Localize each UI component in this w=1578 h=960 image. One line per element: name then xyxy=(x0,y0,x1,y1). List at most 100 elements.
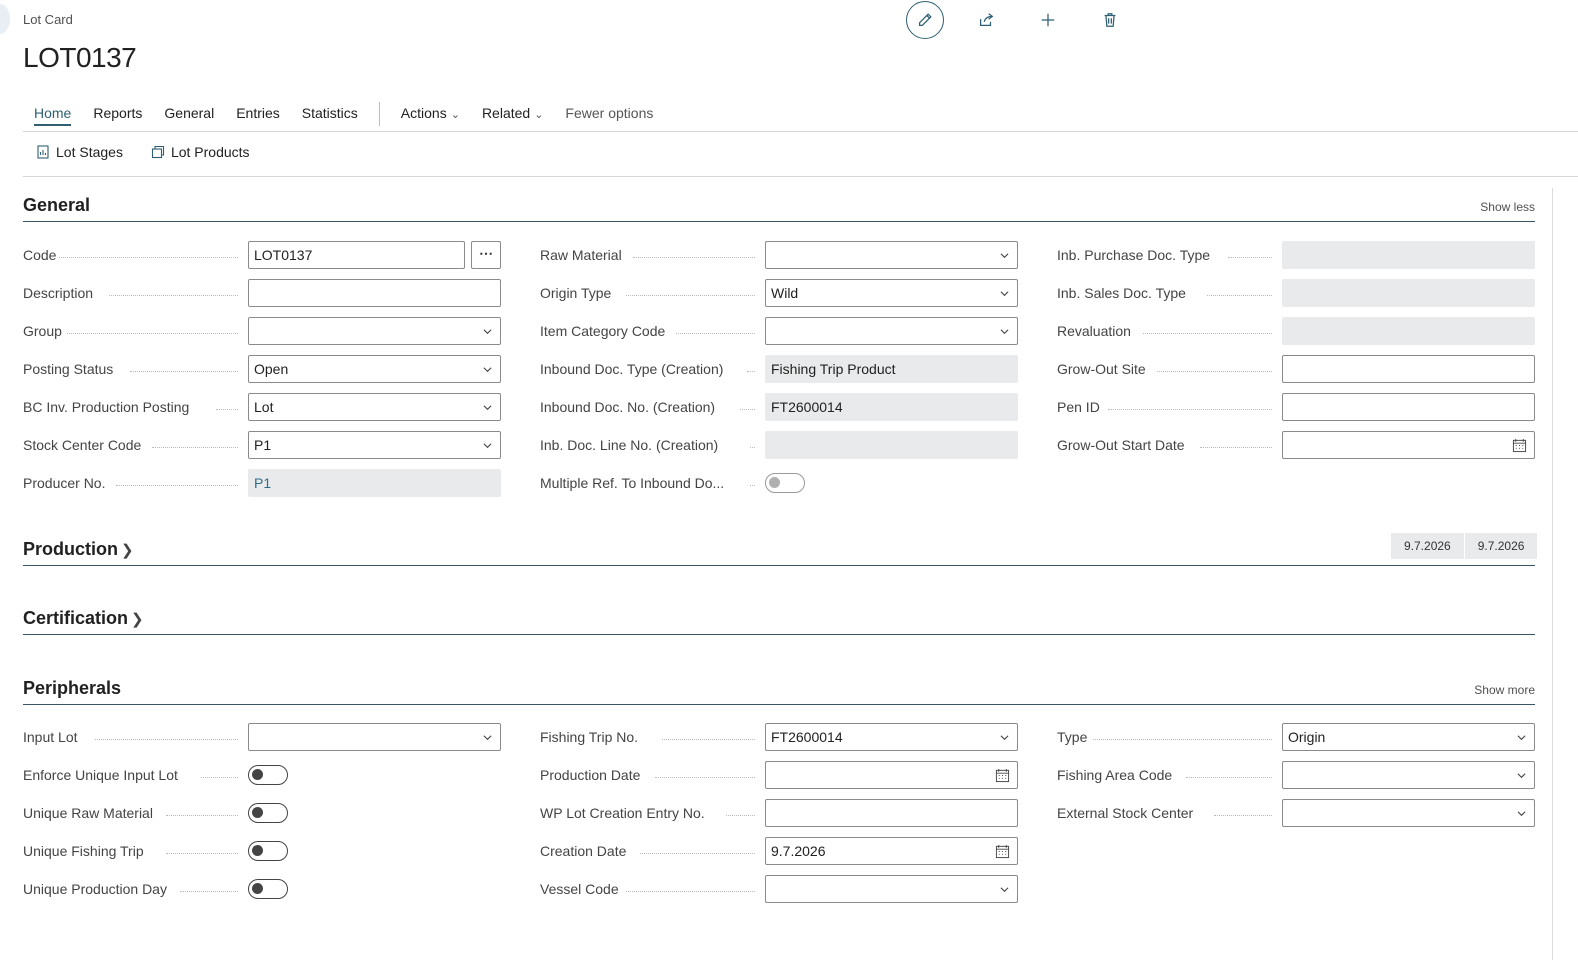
dropdown-field[interactable]: Lot xyxy=(248,393,501,421)
readonly-field xyxy=(1282,241,1535,269)
leader-dots xyxy=(739,408,755,410)
leader-dots xyxy=(151,446,238,448)
leader-dots xyxy=(633,256,755,258)
breadcrumb: Lot Card xyxy=(23,12,73,27)
chevron-down-icon xyxy=(1517,811,1526,817)
toggle-switch[interactable] xyxy=(248,803,288,823)
dropdown-field[interactable] xyxy=(765,241,1018,269)
tab-reports[interactable]: Reports xyxy=(82,100,153,128)
dropdown-field[interactable] xyxy=(248,723,501,751)
date-field[interactable] xyxy=(1282,431,1535,459)
leader-dots xyxy=(109,294,238,296)
lookup-ellipsis-button[interactable]: ⋯ xyxy=(471,241,501,269)
chevron-down-icon xyxy=(1000,291,1009,297)
dropdown-field[interactable] xyxy=(765,317,1018,345)
readonly-field[interactable]: P1 xyxy=(248,469,501,497)
delete-icon xyxy=(1104,13,1116,27)
chevron-down-icon xyxy=(1000,253,1009,259)
lot-stages-button[interactable]: Lot Stages xyxy=(36,144,123,160)
text-field[interactable] xyxy=(1282,393,1535,421)
fewer-options-button[interactable]: Fewer options xyxy=(554,100,664,128)
delete-button[interactable] xyxy=(1090,0,1130,40)
toggle-knob xyxy=(769,477,780,488)
dropdown-field[interactable]: Origin xyxy=(1282,723,1535,751)
section-title-production[interactable]: Production ❯ xyxy=(23,539,134,560)
tab-home[interactable]: Home xyxy=(23,100,82,128)
section-peripherals-header[interactable]: Peripherals Show more xyxy=(23,673,1535,705)
toggle-switch[interactable] xyxy=(248,879,288,899)
text-field[interactable] xyxy=(1282,355,1535,383)
toggle-knob xyxy=(252,807,263,818)
field-creation-date: Creation Date 9.7.2026 xyxy=(540,837,1018,865)
field-inb-sales-doc-type: Inb. Sales Doc. Type xyxy=(1057,279,1535,307)
show-less-link[interactable]: Show less xyxy=(1480,200,1535,214)
text-field[interactable]: LOT0137 xyxy=(248,241,465,269)
tab-related[interactable]: Related ⌄ xyxy=(471,100,554,128)
calendar-icon xyxy=(995,844,1010,859)
show-more-link[interactable]: Show more xyxy=(1474,683,1535,697)
field-label: Fishing Area Code xyxy=(1057,767,1173,783)
date-field[interactable]: 9.7.2026 xyxy=(765,837,1018,865)
dropdown-field[interactable] xyxy=(248,317,501,345)
leader-dots xyxy=(215,408,238,410)
field-label: Revaluation xyxy=(1057,323,1131,339)
share-button[interactable] xyxy=(966,0,1006,40)
field-label: Production Date xyxy=(540,767,641,783)
dropdown-field[interactable] xyxy=(1282,799,1535,827)
field-code: Code LOT0137 ⋯ xyxy=(23,241,501,269)
field-inbound-doc-no-creation: Inbound Doc. No. (Creation) FT2600014 xyxy=(540,393,1018,421)
field-label: Pen ID xyxy=(1057,399,1100,415)
leader-dots xyxy=(130,370,238,372)
dropdown-field[interactable] xyxy=(765,875,1018,903)
text-field[interactable] xyxy=(765,799,1018,827)
tab-actions[interactable]: Actions ⌄ xyxy=(390,100,471,128)
section-certification-header[interactable]: Certification ❯ xyxy=(23,603,1535,635)
field-label: Inbound Doc. No. (Creation) xyxy=(540,399,716,415)
dropdown-field[interactable]: Wild xyxy=(765,279,1018,307)
date-field[interactable] xyxy=(765,761,1018,789)
field-label: Type xyxy=(1057,729,1088,745)
scrollbar[interactable] xyxy=(1552,188,1553,960)
stack-icon xyxy=(151,145,164,159)
leader-dots xyxy=(165,852,238,854)
dropdown-field[interactable] xyxy=(1282,761,1535,789)
field-item-category-code: Item Category Code xyxy=(540,317,1018,345)
field-multiple-ref-to-inbound-do: Multiple Ref. To Inbound Do... xyxy=(540,469,1018,497)
tab-entries[interactable]: Entries xyxy=(225,100,291,128)
section-production-header[interactable]: Production ❯ xyxy=(23,534,1535,566)
dropdown-field[interactable]: FT2600014 xyxy=(765,723,1018,751)
field-label: Item Category Code xyxy=(540,323,666,339)
nav-pane-handle[interactable] xyxy=(0,4,10,34)
chevron-down-icon xyxy=(483,329,492,335)
toggle-switch[interactable] xyxy=(248,841,288,861)
field-label: Grow-Out Start Date xyxy=(1057,437,1185,453)
field-value: Lot xyxy=(254,399,274,415)
section-title-certification[interactable]: Certification ❯ xyxy=(23,608,144,629)
tab-separator xyxy=(378,102,380,126)
field-type: Type Origin xyxy=(1057,723,1535,751)
lot-products-button[interactable]: Lot Products xyxy=(151,144,250,160)
new-button[interactable] xyxy=(1028,0,1068,40)
divider xyxy=(23,131,1578,132)
tab-related-label: Related xyxy=(481,105,531,121)
dropdown-field[interactable]: Open xyxy=(248,355,501,383)
section-general-header[interactable]: General Show less xyxy=(23,190,1535,222)
share-icon xyxy=(979,13,994,27)
chevron-down-icon: ⌄ xyxy=(534,109,544,121)
divider xyxy=(23,176,1578,177)
chevron-down-icon xyxy=(1000,887,1009,893)
summary-date-chip: 9.7.2026 xyxy=(1391,533,1464,559)
field-unique-production-day: Unique Production Day xyxy=(23,875,501,903)
leader-dots xyxy=(1214,814,1272,816)
field-label: WP Lot Creation Entry No. xyxy=(540,805,705,821)
chevron-down-icon xyxy=(483,367,492,373)
tab-general[interactable]: General xyxy=(153,100,225,128)
text-field[interactable] xyxy=(248,279,501,307)
chevron-down-icon xyxy=(1517,735,1526,741)
chevron-down-icon xyxy=(1517,773,1526,779)
tab-statistics[interactable]: Statistics xyxy=(291,100,369,128)
dropdown-field[interactable]: P1 xyxy=(248,431,501,459)
field-external-stock-center: External Stock Center xyxy=(1057,799,1535,827)
toggle-switch[interactable] xyxy=(248,765,288,785)
edit-button[interactable] xyxy=(906,1,944,39)
